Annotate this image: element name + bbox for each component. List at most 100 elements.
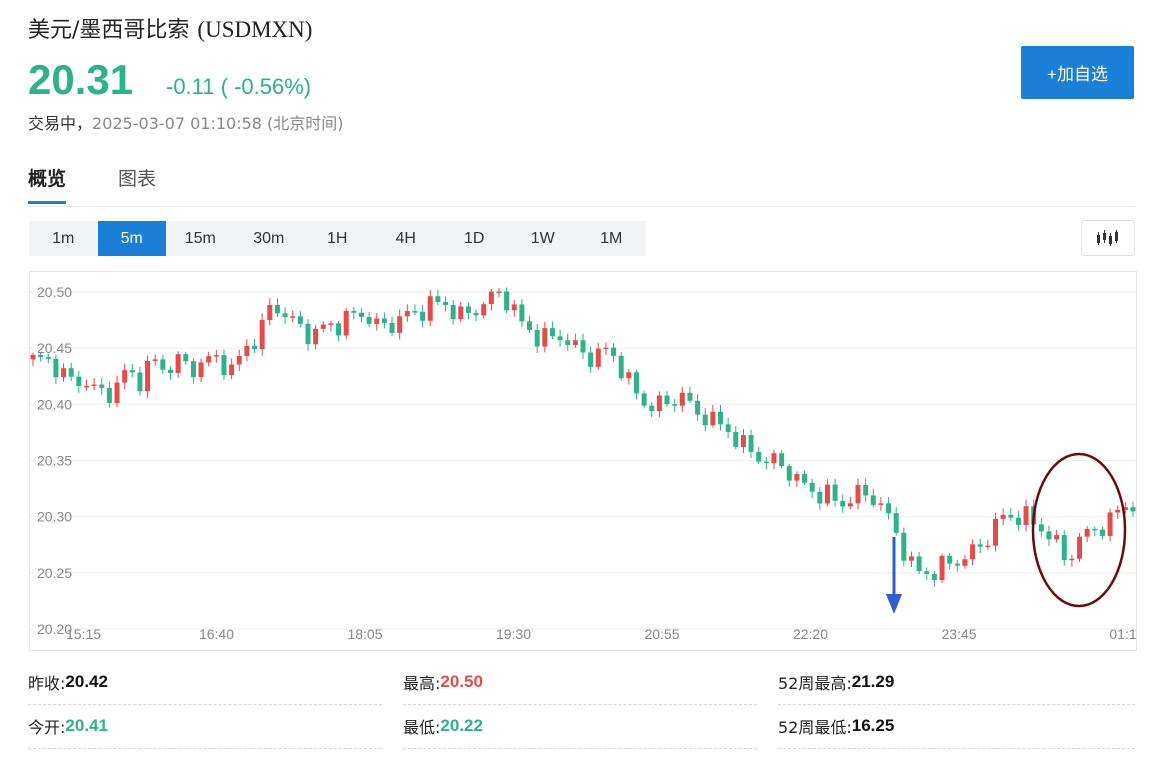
candle-body: [259, 320, 265, 350]
candle-body: [183, 354, 189, 362]
candle-body: [870, 495, 876, 505]
candle-body: [863, 484, 869, 496]
candle-body: [626, 372, 632, 379]
candle-body: [718, 411, 723, 425]
low-value: 20.22: [440, 716, 483, 735]
interval-1m[interactable]: 1m: [29, 221, 98, 256]
candle-body: [603, 347, 609, 350]
candle-body: [519, 304, 525, 322]
candle-body: [274, 304, 280, 314]
candle-body: [802, 474, 808, 483]
w52-low-value: 16.25: [851, 716, 895, 735]
candle-body: [145, 360, 151, 392]
candle-body: [786, 466, 792, 481]
candle-body: [1046, 531, 1052, 540]
candle-body: [343, 310, 349, 336]
high-label: 最高:: [403, 674, 441, 693]
interval-30m[interactable]: 30m: [235, 221, 304, 256]
w52-high-value: 21.29: [851, 672, 895, 691]
annotation-arrow-head: [886, 594, 902, 614]
candle-body: [465, 306, 471, 313]
candle-body: [320, 324, 326, 329]
price-change: -0.11 ( -0.56%): [166, 74, 312, 99]
candle-body: [190, 361, 196, 378]
candle-body: [656, 395, 662, 412]
status-timezone: (北京时间): [267, 114, 344, 133]
candle-body: [458, 306, 464, 320]
tab-chart[interactable]: 图表: [118, 164, 156, 201]
stat-52w-low: 52周最低: 16.25: [778, 704, 1135, 749]
candle-body: [129, 370, 135, 373]
candle-body: [1069, 558, 1075, 561]
high-value: 20.50: [440, 672, 483, 691]
candle-body: [99, 384, 105, 388]
candle-body: [61, 368, 67, 378]
candle-body: [160, 359, 166, 370]
candle-body: [840, 500, 846, 507]
candle-body: [985, 545, 991, 548]
chart-type-button[interactable]: [1081, 220, 1135, 256]
candle-body: [1000, 514, 1006, 519]
candle-body: [817, 491, 823, 504]
candle-body: [389, 322, 395, 333]
candle-body: [1084, 528, 1090, 537]
candle-body: [1115, 509, 1121, 513]
candle-body: [702, 414, 708, 426]
interval-15m[interactable]: 15m: [166, 221, 235, 256]
interval-1w[interactable]: 1W: [509, 221, 578, 256]
candle-body: [549, 328, 555, 337]
candle-body: [893, 513, 899, 533]
candle-body: [106, 387, 112, 403]
candle-body: [618, 355, 624, 379]
interval-1h[interactable]: 1H: [303, 221, 372, 256]
candle-body: [504, 291, 510, 311]
low-label: 最低:: [403, 718, 441, 737]
candle-body: [939, 555, 945, 581]
candle-body: [1099, 529, 1105, 536]
candle-body: [435, 296, 441, 302]
candle-body: [328, 323, 334, 325]
candle-body: [122, 370, 128, 383]
price-chart[interactable]: 20.50 20.45 20.40 20.35 20.30 20.25 20.20 15:15…: [29, 271, 1137, 651]
candle-body: [443, 301, 448, 305]
candle-body: [38, 354, 44, 358]
candle-body: [252, 345, 258, 350]
candle-body: [557, 336, 563, 341]
candle-body: [924, 571, 930, 574]
candle-body: [970, 544, 976, 560]
candlestick-icon: [1097, 230, 1118, 246]
candle-body: [794, 474, 800, 481]
x-tick-label: 01:1: [1109, 626, 1136, 642]
interval-1d[interactable]: 1D: [440, 221, 509, 256]
candle-body: [679, 392, 685, 406]
interval-1mo[interactable]: 1M: [577, 221, 646, 256]
interval-5m[interactable]: 5m: [97, 221, 166, 256]
add-watchlist-button[interactable]: +加自选: [1021, 46, 1134, 99]
candle-body: [473, 312, 479, 316]
x-tick-label: 18:05: [347, 626, 382, 642]
candle-body: [916, 556, 922, 572]
instrument-code: (USDMXN): [197, 17, 313, 42]
candle-body: [855, 484, 861, 504]
candle-body: [954, 563, 960, 566]
open-label: 今开:: [28, 718, 66, 737]
candle-body: [91, 384, 97, 387]
y-tick-label: 20.30: [37, 509, 72, 525]
candle-body: [740, 435, 746, 447]
tab-overview[interactable]: 概览: [28, 164, 67, 204]
interval-4h[interactable]: 4H: [372, 221, 441, 256]
candle-body: [381, 318, 387, 323]
candle-body: [710, 411, 716, 426]
candle-body: [213, 355, 219, 357]
candle-body: [152, 359, 158, 361]
x-tick-label: 20:55: [644, 626, 679, 642]
candle-body: [725, 424, 731, 433]
candle-body: [68, 368, 74, 377]
candle-body: [878, 503, 884, 505]
y-tick-label: 20.45: [37, 340, 72, 356]
candle-body: [496, 291, 502, 293]
candle-body: [1107, 512, 1113, 536]
instrument-name: 美元/墨西哥比索: [28, 18, 190, 43]
instrument-title: 美元/墨西哥比索 (USDMXN): [28, 12, 312, 44]
candle-body: [244, 345, 250, 357]
